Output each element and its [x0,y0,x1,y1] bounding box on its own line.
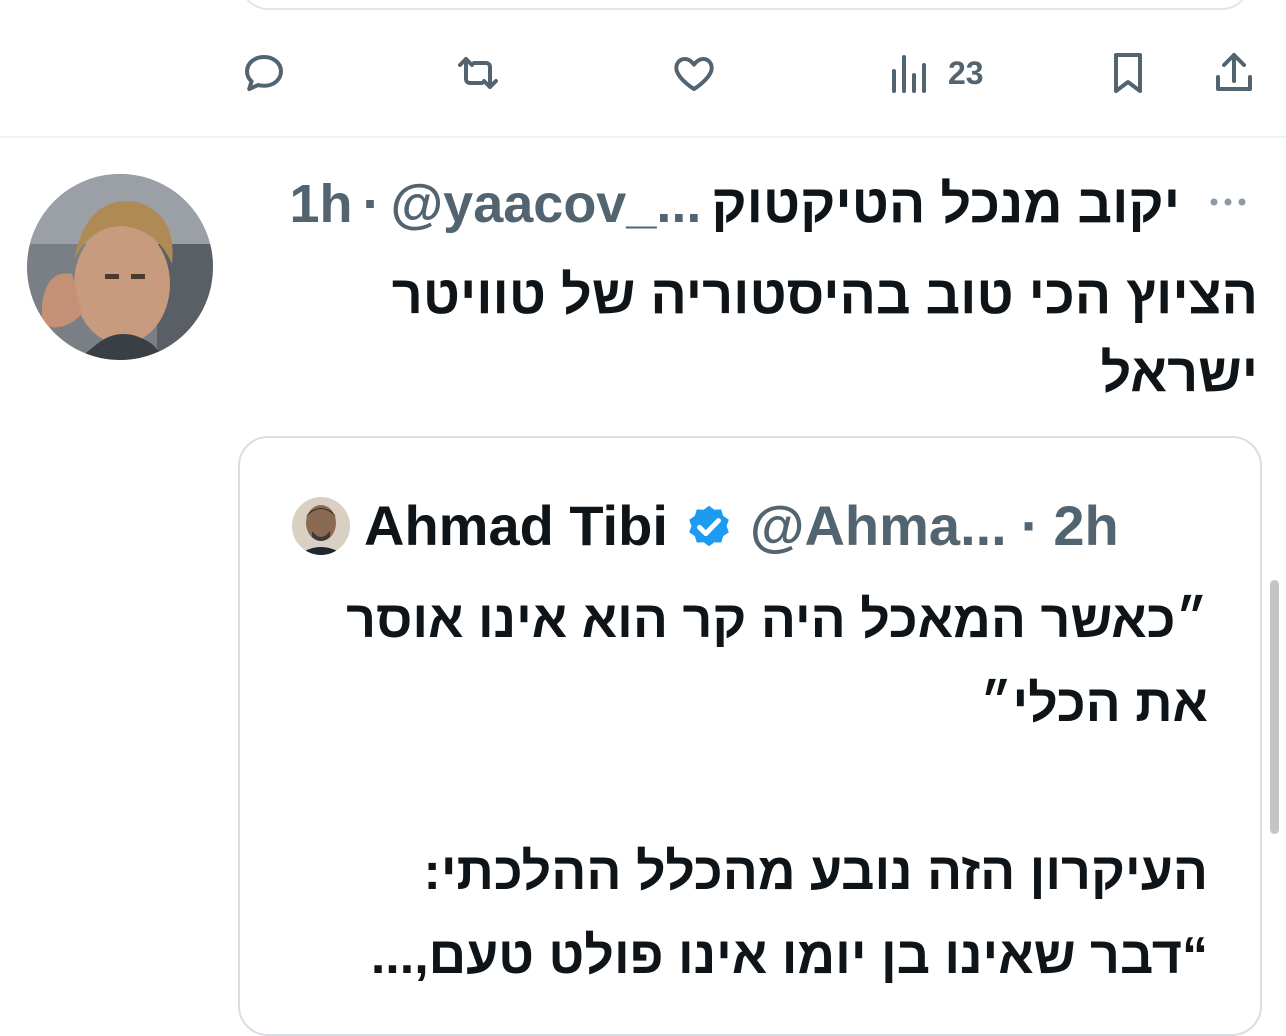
verified-badge-icon [689,505,729,547]
like-icon [674,57,714,91]
retweet-button[interactable] [454,38,502,108]
tweet-body: הציוץ הכי טוב בהיסטוריה של טוויטר ישראל [391,265,1258,403]
share-button[interactable] [1210,38,1258,108]
bookmark-button[interactable] [1104,38,1152,108]
retweet-icon [458,57,498,89]
avatar-photo [27,174,213,360]
quoted-author-avatar [292,497,350,555]
quoted-tweet-time[interactable]: 2h [1053,492,1118,560]
share-icon [1216,53,1252,91]
more-icon [1210,198,1246,206]
author-handle[interactable]: @yaacov_... [391,172,702,236]
like-button[interactable] [670,38,718,108]
views-button[interactable]: 23 [886,38,984,108]
quoted-author-handle[interactable]: @Ahma... [750,492,1007,560]
reply-button[interactable] [240,38,288,108]
bookmark-icon [1114,53,1142,93]
scrollbar[interactable] [1270,580,1279,834]
tweet-action-bar: 23 [0,38,1286,108]
views-icon [892,55,926,93]
quoted-tweet-header: Ahmad Tibi @Ahma... · 2h [292,492,1119,560]
quoted-avatar-photo [292,497,350,555]
tweet-time[interactable]: 1h [290,172,353,236]
author-name[interactable]: יקוב מנכל הטיקטוק [711,172,1180,236]
reply-icon [245,55,283,91]
quoted-tweet-card[interactable]: Ahmad Tibi @Ahma... · 2h ״כאשר המאכל היה… [238,436,1262,1036]
author-avatar[interactable] [27,174,213,360]
tweet-header: יקוב מנכל הטיקטוק @yaacov_... · 1h [290,172,1180,236]
views-count: 23 [948,54,984,91]
tweet-divider [0,136,1286,138]
previous-card-bottom [240,0,1250,10]
header-separator: · [362,174,381,234]
quoted-header-separator: · [1020,494,1040,557]
more-options-button[interactable] [1198,182,1258,222]
quoted-tweet-body: ״כאשר המאכל היה קר הוא אינו אוסר את הכלי… [346,591,1208,985]
quoted-author-name[interactable]: Ahmad Tibi [364,492,668,560]
